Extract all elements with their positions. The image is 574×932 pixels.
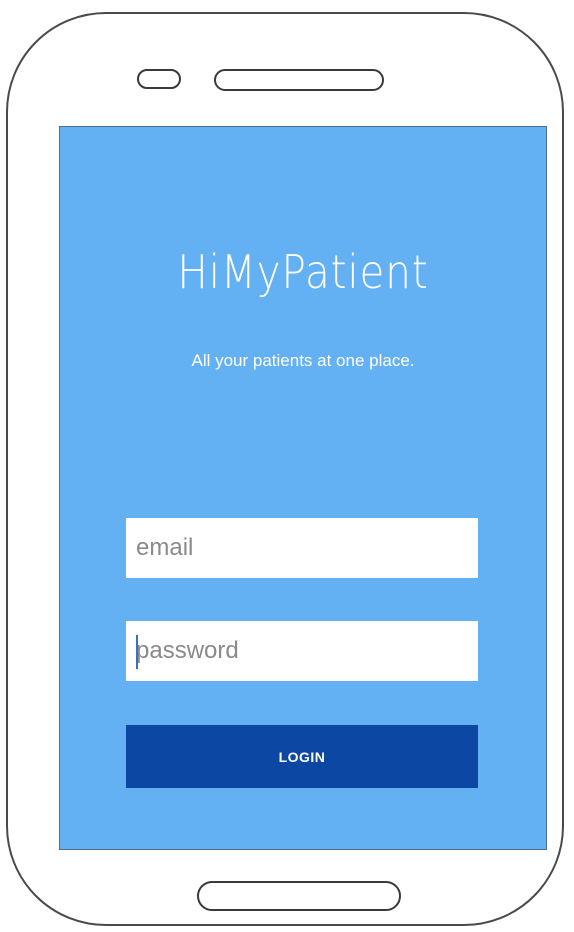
login-button[interactable]: LOGIN	[126, 725, 478, 788]
home-button[interactable]	[197, 881, 401, 911]
camera-icon	[137, 69, 181, 89]
email-input[interactable]	[126, 518, 478, 578]
password-input[interactable]	[126, 621, 478, 681]
phone-frame: HiMyPatient All your patients at one pla…	[6, 12, 564, 926]
app-title: HiMyPatient	[177, 245, 429, 299]
app-screen: HiMyPatient All your patients at one pla…	[59, 126, 547, 850]
text-caret	[136, 635, 138, 669]
app-tagline: All your patients at one place.	[191, 351, 415, 370]
speaker-icon	[214, 69, 384, 91]
